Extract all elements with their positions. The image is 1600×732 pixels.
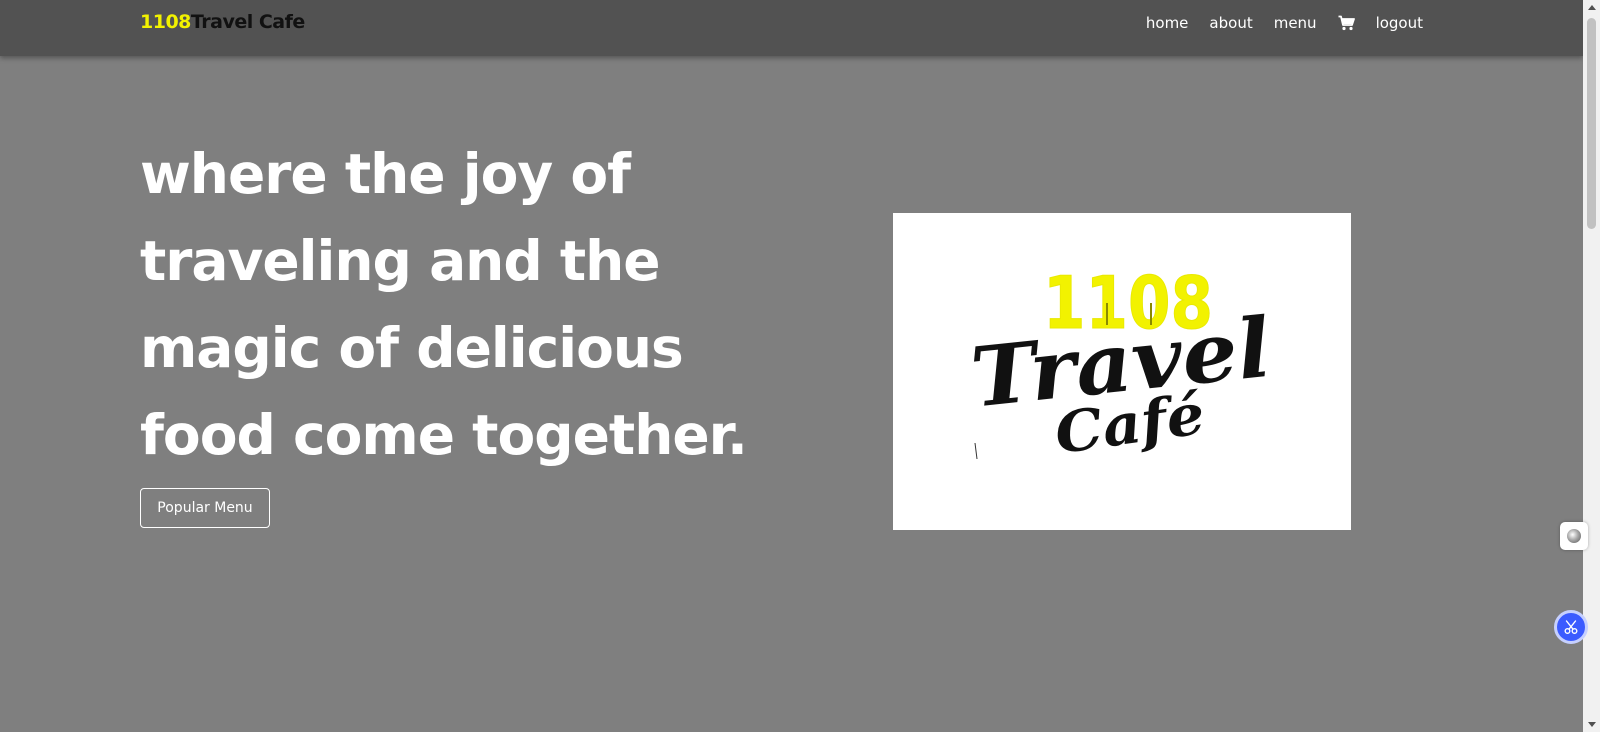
cafe-logo-image: 1108 Travel Café [893,213,1351,530]
nav-home-link[interactable]: home [1146,14,1189,32]
extension-icon [1567,529,1581,543]
cafe-logo-graphic: 1108 Travel Café [967,261,1275,468]
nav-about-link[interactable]: about [1209,14,1252,32]
scroll-up-arrow-icon[interactable] [1588,5,1596,10]
scroll-down-arrow-icon[interactable] [1588,722,1596,727]
screenshot-tool-button[interactable] [1554,610,1588,644]
popular-menu-button[interactable]: Popular Menu [140,488,270,528]
navbar: 1108Travel Cafe home about menu logout [0,0,1583,56]
cart-button[interactable] [1338,15,1355,31]
cart-icon [1338,15,1355,30]
logo-speck [974,442,978,460]
scissors-icon [1564,620,1578,634]
nav-menu-link[interactable]: menu [1274,14,1317,32]
nav-links: home about menu logout [1125,0,1423,45]
scrollbar-thumb[interactable] [1587,18,1596,229]
brand-name: Travel Cafe [190,11,305,33]
brand-logo-link[interactable]: 1108Travel Cafe [140,11,305,33]
brand-number: 1108 [140,11,191,33]
hero-headline: where the joy of traveling and the magic… [140,142,748,467]
extension-widget-button[interactable] [1560,522,1588,550]
nav-logout-link[interactable]: logout [1376,14,1423,32]
